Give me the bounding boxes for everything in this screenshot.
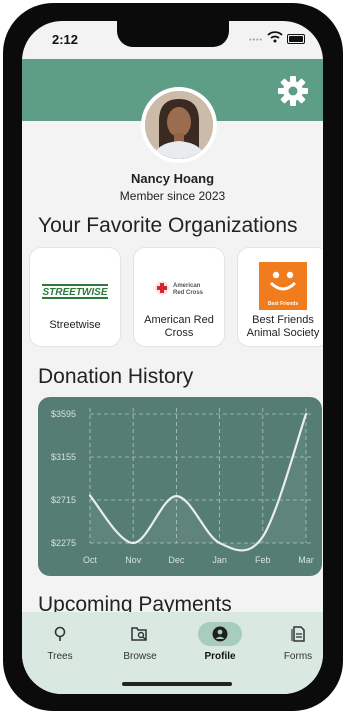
- browse-icon: [131, 627, 147, 641]
- svg-text:American: American: [173, 283, 201, 289]
- best-friends-logo: Best Friends: [259, 262, 307, 310]
- battery-icon: [287, 34, 305, 44]
- chart-x-tick-label: Mar: [298, 555, 314, 565]
- org-label-best-friends: Best Friends Animal Society: [246, 314, 320, 339]
- tab-browse[interactable]: Browse: [105, 622, 175, 666]
- person-icon: [212, 626, 228, 642]
- status-time: 2:12: [52, 32, 79, 47]
- tab-bar: Trees Browse Profile Forms: [22, 612, 323, 694]
- status-bar: 2:12 ••••: [22, 21, 323, 59]
- chart-x-tick-label: Jan: [212, 555, 227, 565]
- streetwise-logo: STREETWISE: [42, 284, 108, 299]
- wifi-icon: [267, 31, 283, 43]
- chart-y-tick-label: $2715: [51, 495, 76, 505]
- tab-forms[interactable]: Forms: [263, 622, 323, 666]
- chart-y-tick-label: $3595: [51, 409, 76, 419]
- avatar[interactable]: [141, 87, 217, 163]
- chart-x-tick-label: Oct: [83, 555, 98, 565]
- chart-y-tick-label: $2275: [51, 538, 76, 548]
- chart-x-tick-label: Dec: [168, 555, 185, 565]
- tab-label-forms: Forms: [283, 651, 313, 662]
- donation-chart-svg: $3595 $3155 $2715 $2275 Oct Nov Dec Jan Feb Mar: [51, 408, 314, 565]
- org-card-red-cross[interactable]: American Red Cross American Red Cross: [133, 247, 225, 347]
- org-card-best-friends[interactable]: Best Friends Best Friends Animal Society: [237, 247, 323, 347]
- red-cross-logo: American Red Cross: [155, 281, 204, 296]
- phone-frame: 2:12 •••• Nancy Hoang Member since 2023 …: [0, 0, 346, 714]
- tab-profile[interactable]: Profile: [185, 622, 255, 666]
- signal-icon: ••••: [249, 37, 263, 44]
- svg-text:Red Cross: Red Cross: [173, 290, 204, 296]
- tab-trees[interactable]: Trees: [25, 622, 95, 666]
- chart-series-area: [90, 414, 306, 551]
- donation-history-heading: Donation History: [38, 365, 194, 388]
- profile-name: Nancy Hoang: [130, 171, 215, 186]
- chart-x-tick-label: Feb: [255, 555, 271, 565]
- app-screen: 2:12 •••• Nancy Hoang Member since 2023 …: [22, 21, 323, 694]
- favorites-heading: Your Favorite Organizations: [38, 214, 298, 237]
- settings-gear-icon[interactable]: [277, 75, 309, 107]
- member-since: Member since 2023: [119, 189, 226, 203]
- tab-label-trees: Trees: [47, 651, 73, 662]
- tab-label-profile: Profile: [204, 651, 236, 662]
- document-icon: [291, 626, 305, 642]
- org-label-streetwise: Streetwise: [49, 319, 101, 331]
- home-indicator: [122, 682, 232, 686]
- tab-label-browse: Browse: [123, 651, 157, 662]
- org-card-streetwise[interactable]: STREETWISE Streetwise: [29, 247, 121, 347]
- notch: [117, 21, 229, 47]
- donation-chart: $3595 $3155 $2715 $2275 Oct Nov Dec Jan Feb Mar: [38, 397, 322, 576]
- chart-y-tick-label: $3155: [51, 452, 76, 462]
- chart-x-tick-label: Nov: [125, 555, 142, 565]
- svg-text:Best Friends: Best Friends: [268, 301, 299, 307]
- org-label-red-cross: American Red Cross: [144, 314, 214, 339]
- svg-text:STREETWISE: STREETWISE: [42, 287, 107, 298]
- avatar-photo: [145, 91, 213, 159]
- sprout-icon: [54, 626, 66, 641]
